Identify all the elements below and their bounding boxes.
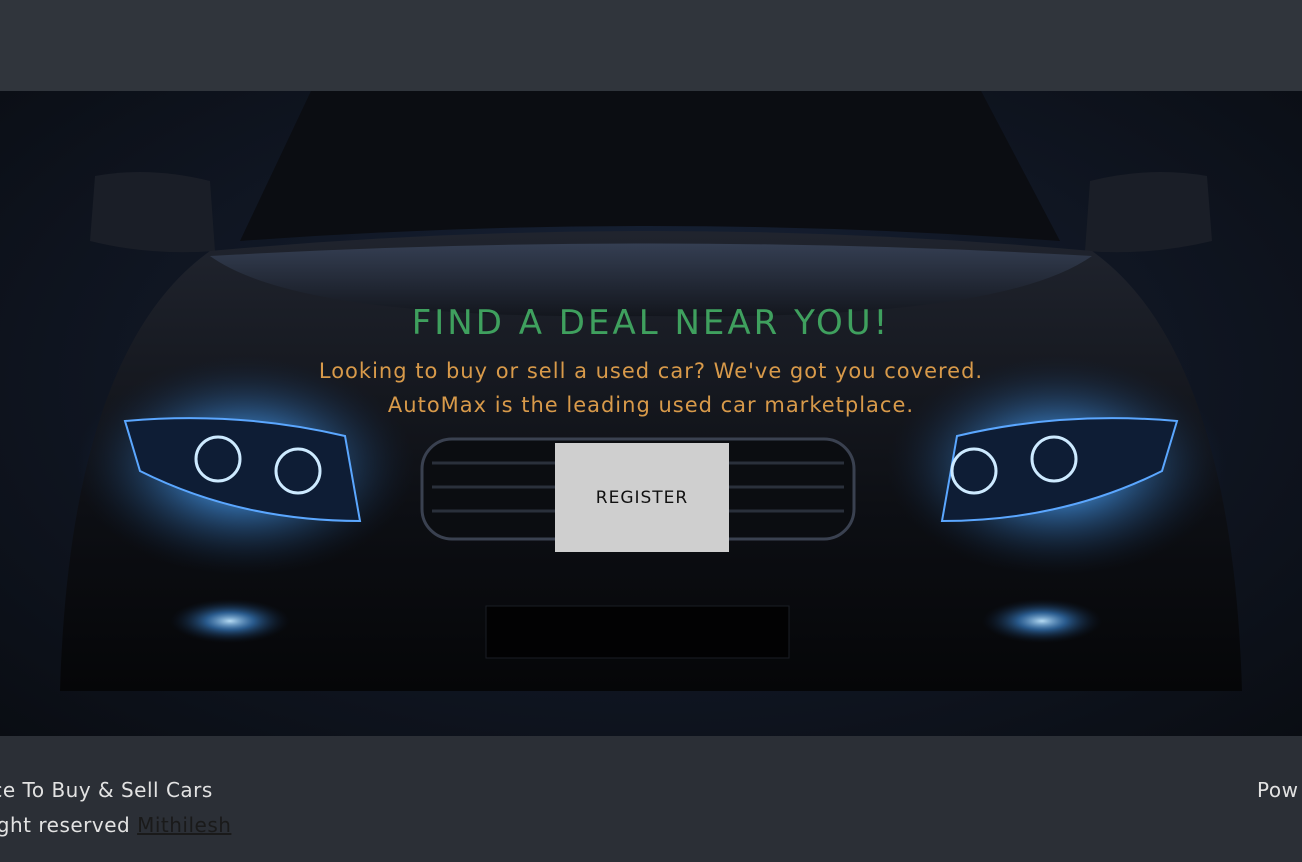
footer-copyright-text: right reserved <box>0 813 131 837</box>
footer: Place To Buy & Sell Cars right reserved … <box>0 736 1302 862</box>
register-button[interactable]: REGISTER <box>555 443 729 552</box>
hero-banner: FIND A DEAL NEAR YOU! Looking to buy or … <box>0 91 1302 736</box>
hero-headline: FIND A DEAL NEAR YOU! <box>411 303 891 343</box>
footer-tagline: Place To Buy & Sell Cars <box>0 778 213 802</box>
footer-author-link[interactable]: Mithilesh <box>137 813 231 837</box>
hero-subtitle-line-2: AutoMax is the leading used car marketpl… <box>387 393 915 417</box>
top-navbar <box>0 0 1302 91</box>
hero-subtitle-line-1: Looking to buy or sell a used car? We've… <box>318 359 984 383</box>
footer-powered-by: Pow <box>1257 778 1299 802</box>
hero-content: FIND A DEAL NEAR YOU! Looking to buy or … <box>0 91 1302 736</box>
footer-copyright: right reserved Mithilesh <box>0 813 231 837</box>
